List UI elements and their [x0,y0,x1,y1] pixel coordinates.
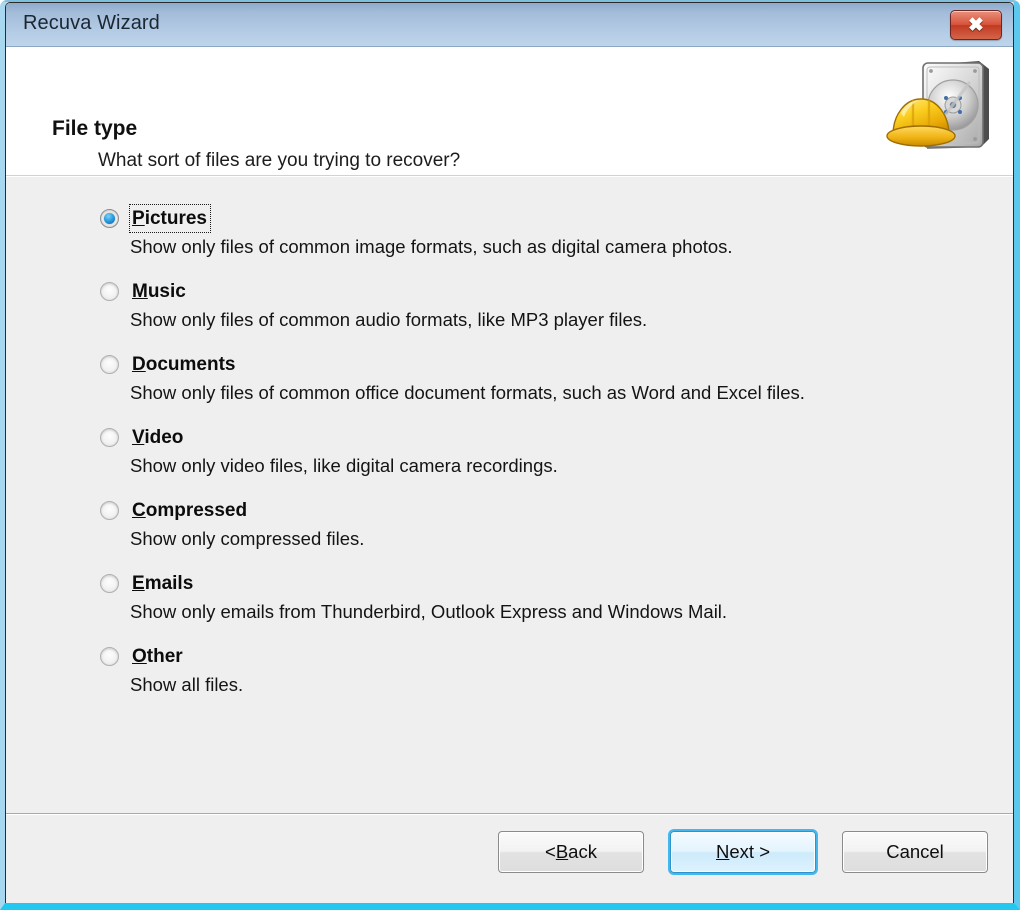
radio-label-rest-emails: mails [144,573,194,594]
radio-label-emails[interactable]: Emails [130,570,196,597]
radio-icon-emails[interactable] [100,574,119,593]
radio-label-documents[interactable]: Documents [130,351,238,378]
radio-label-compressed[interactable]: Compressed [130,497,250,524]
accel-key-other: O [132,646,147,667]
next-button[interactable]: Next > [670,831,816,873]
radio-option-video[interactable]: Video Show only video files, like digita… [100,424,993,478]
back-button-pre: < [545,841,556,862]
radio-description-video: Show only video files, like digital came… [130,455,558,476]
radio-option-pictures[interactable]: Pictures Show only files of common image… [100,204,993,259]
radio-label-video[interactable]: Video [130,424,186,451]
wizard-header: File type What sort of files are you try… [6,47,1013,176]
accel-key-compressed: C [132,500,146,521]
page-title: File type [52,117,138,140]
radio-label-rest-other: ther [146,646,183,667]
radio-description-compressed: Show only compressed files. [130,528,365,549]
accel-key-music: M [132,281,148,302]
accel-key-documents: D [132,354,146,375]
next-button-post: ext > [729,841,770,862]
close-icon: ✖ [968,14,984,36]
radio-label-rest-music: usic [147,281,186,302]
radio-icon-compressed[interactable] [100,501,119,520]
radio-description-music: Show only files of common audio formats,… [130,309,648,330]
wizard-body: Pictures Show only files of common image… [6,176,1013,813]
radio-description-documents: Show only files of common office documen… [130,382,805,403]
radio-label-rest-pictures: ictures [144,208,207,229]
next-button-accel: N [716,841,730,862]
accel-key-pictures: P [132,208,145,229]
radio-label-rest-video: ideo [144,427,184,448]
radio-option-compressed[interactable]: Compressed Show only compressed files. [100,497,993,551]
radio-label-music[interactable]: Music [130,278,189,305]
close-button[interactable]: ✖ [950,10,1002,40]
recuva-harddrive-hardhat-icon [885,53,997,165]
cancel-button[interactable]: Cancel [842,831,988,873]
radio-icon-music[interactable] [100,282,119,301]
recuva-wizard-window: Recuva Wizard ✖ File type What sort of f… [0,0,1020,910]
radio-label-rest-compressed: ompressed [145,500,248,521]
radio-description-emails: Show only emails from Thunderbird, Outlo… [130,601,728,622]
radio-label-pictures[interactable]: Pictures [129,204,211,233]
accel-key-video: V [132,427,145,448]
title-bar[interactable]: Recuva Wizard ✖ [6,3,1013,47]
radio-icon-other[interactable] [100,647,119,666]
radio-icon-documents[interactable] [100,355,119,374]
radio-option-other[interactable]: Other Show all files. [100,643,993,697]
back-button-accel: B [555,841,569,862]
radio-icon-video[interactable] [100,428,119,447]
radio-option-documents[interactable]: Documents Show only files of common offi… [100,351,993,405]
radio-description-pictures: Show only files of common image formats,… [130,236,733,257]
footer-button-bar: < Back Next > Cancel [498,831,988,873]
file-type-radio-group: Pictures Show only files of common image… [100,204,993,716]
radio-description-other: Show all files. [130,674,244,695]
accel-key-emails: E [132,573,145,594]
window-title: Recuva Wizard [23,12,160,34]
back-button-post: ack [568,841,597,862]
radio-label-other[interactable]: Other [130,643,186,670]
radio-icon-pictures[interactable] [100,209,119,228]
radio-option-emails[interactable]: Emails Show only emails from Thunderbird… [100,570,993,624]
radio-label-rest-documents: ocuments [145,354,236,375]
back-button[interactable]: < Back [498,831,644,873]
radio-option-music[interactable]: Music Show only files of common audio fo… [100,278,993,332]
cancel-button-label: Cancel [886,841,944,862]
page-subtitle: What sort of files are you trying to rec… [98,150,461,171]
window-inner: Recuva Wizard ✖ File type What sort of f… [5,2,1014,903]
wizard-footer: < Back Next > Cancel [6,813,1013,903]
